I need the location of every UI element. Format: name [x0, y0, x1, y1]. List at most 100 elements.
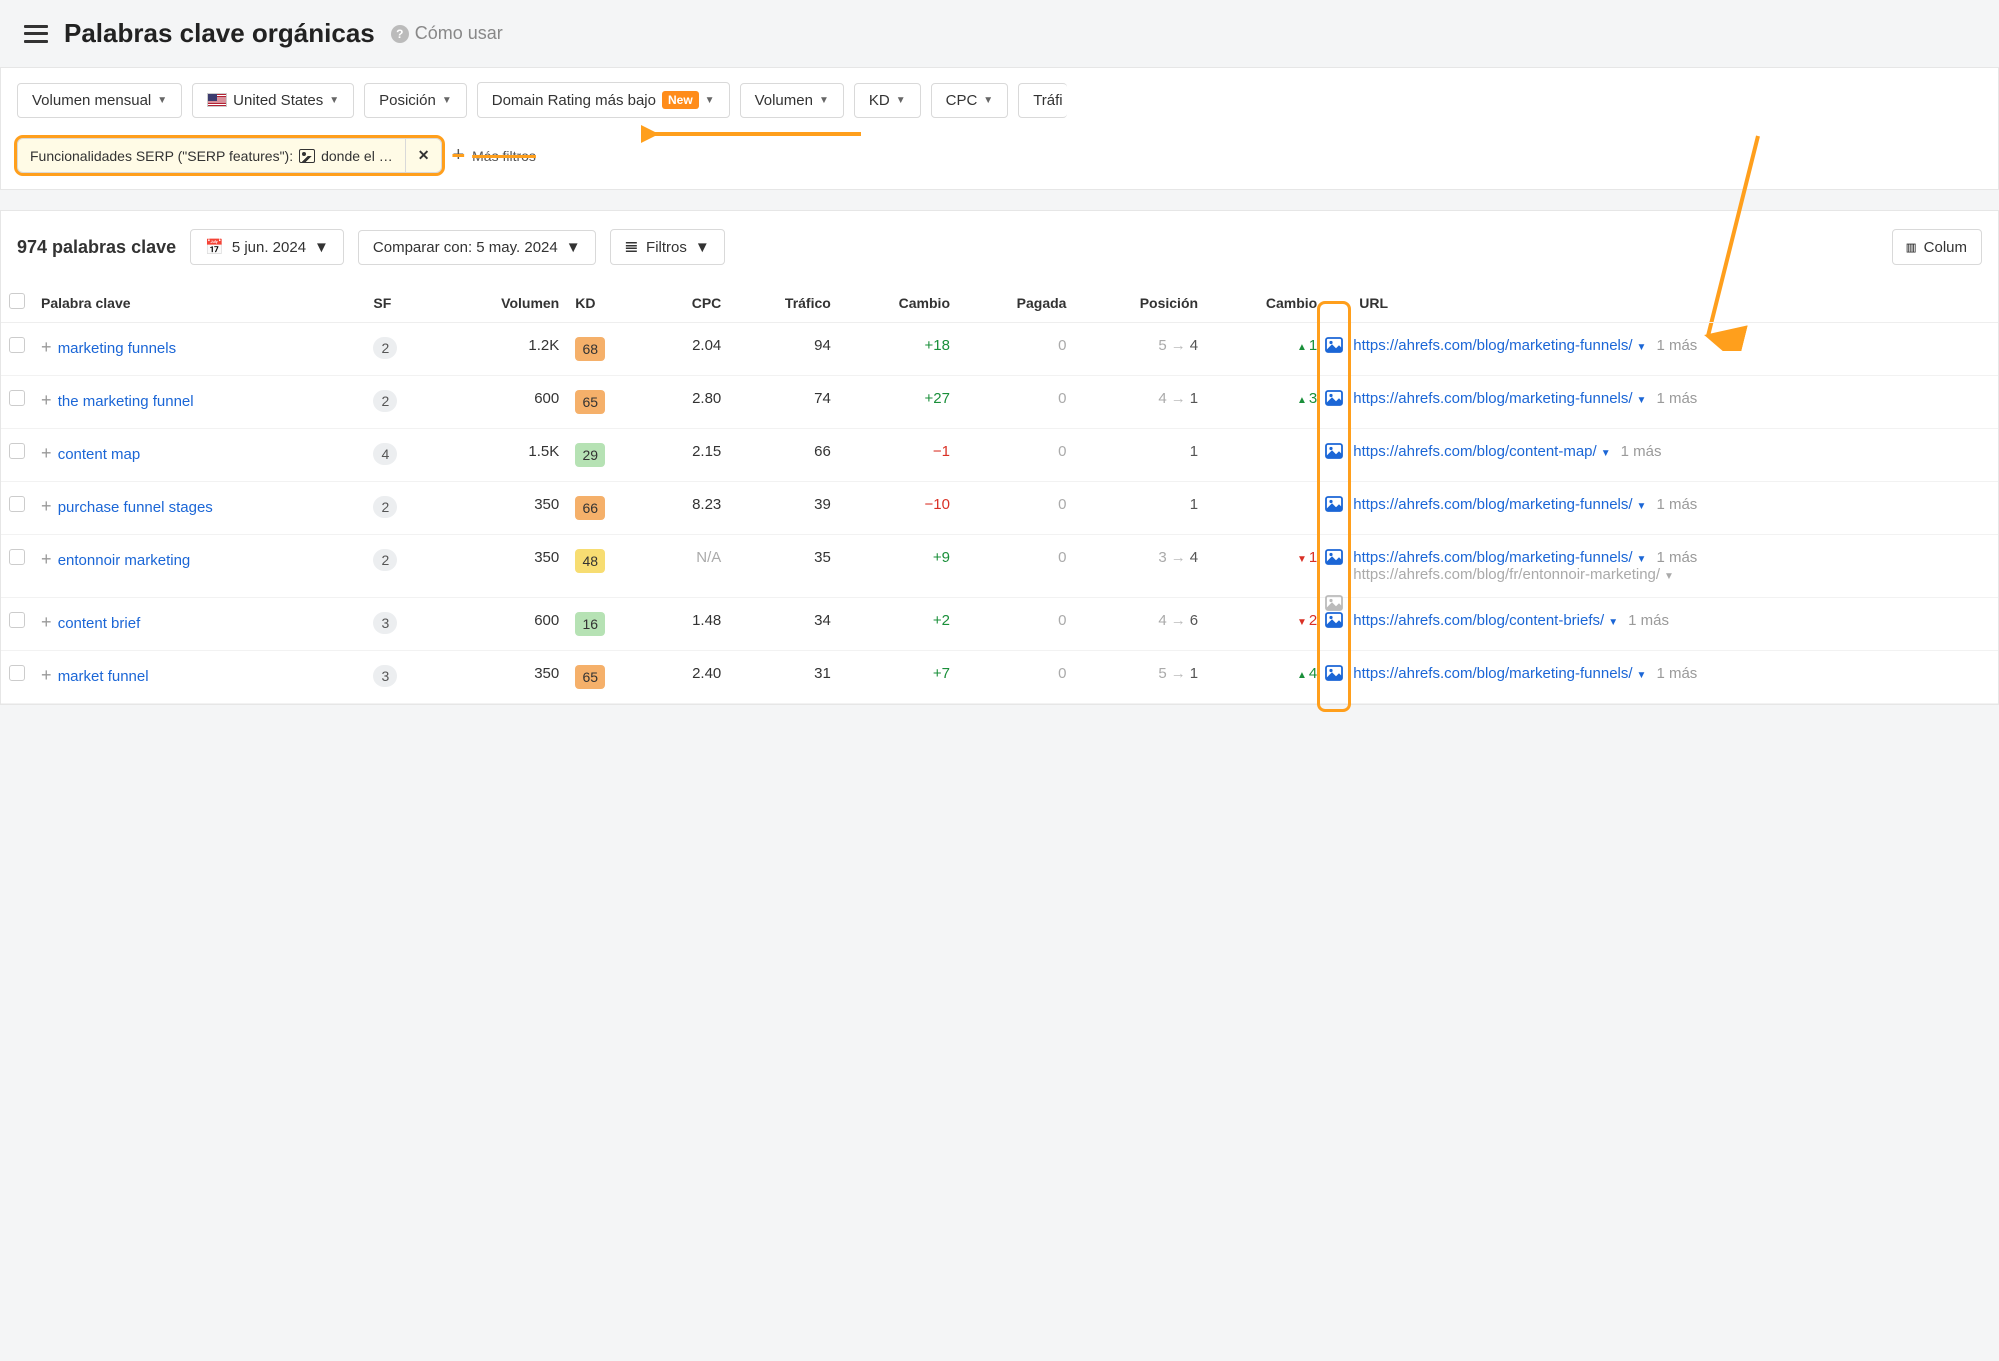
- caret-down-icon[interactable]: ▼: [1637, 554, 1647, 565]
- filter-cpc[interactable]: CPC▼: [931, 83, 1009, 118]
- result-url-link[interactable]: https://ahrefs.com/blog/marketing-funnel…: [1353, 496, 1632, 513]
- result-url-link[interactable]: https://ahrefs.com/blog/marketing-funnel…: [1353, 665, 1632, 682]
- filter-volume[interactable]: Volumen▼: [740, 83, 844, 118]
- sf-badge[interactable]: 3: [373, 612, 397, 634]
- sf-badge[interactable]: 2: [373, 390, 397, 412]
- position-value: 4→6: [1074, 598, 1206, 651]
- col-traffic[interactable]: Tráfico: [729, 283, 839, 323]
- filter-kd[interactable]: KD▼: [854, 83, 921, 118]
- caret-down-icon[interactable]: ▼: [1601, 448, 1611, 459]
- image-pack-icon: [1325, 390, 1343, 406]
- table-row: + the marketing funnel 2 600 65 2.80 74 …: [1, 376, 1998, 429]
- select-all-checkbox[interactable]: [9, 293, 25, 309]
- row-checkbox[interactable]: [9, 665, 25, 681]
- url-cell: https://ahrefs.com/blog/marketing-funnel…: [1325, 535, 1998, 598]
- result-url-link[interactable]: https://ahrefs.com/blog/marketing-funnel…: [1353, 337, 1632, 354]
- more-urls-label[interactable]: 1 más: [1656, 337, 1697, 354]
- position-value: 5→4: [1074, 323, 1206, 376]
- expand-row-icon[interactable]: +: [41, 549, 54, 569]
- volume-value: 1.2K: [436, 323, 567, 376]
- more-urls-label[interactable]: 1 más: [1628, 612, 1669, 629]
- keyword-count: 974 palabras clave: [17, 237, 176, 258]
- caret-down-icon: ▼: [329, 95, 339, 106]
- col-change[interactable]: Cambio: [839, 283, 958, 323]
- sf-badge[interactable]: 4: [373, 443, 397, 465]
- compare-picker[interactable]: Comparar con: 5 may. 2024 ▼: [358, 230, 596, 265]
- result-url-link[interactable]: https://ahrefs.com/blog/fr/entonnoir-mar…: [1353, 566, 1660, 583]
- row-checkbox[interactable]: [9, 390, 25, 406]
- col-sf[interactable]: SF: [365, 283, 436, 323]
- more-urls-label[interactable]: 1 más: [1656, 549, 1697, 566]
- more-urls-label[interactable]: 1 más: [1656, 390, 1697, 407]
- sf-badge[interactable]: 2: [373, 337, 397, 359]
- menu-icon[interactable]: [24, 25, 48, 43]
- filter-dr-lowest[interactable]: Domain Rating más bajo New ▼: [477, 82, 730, 118]
- row-checkbox[interactable]: [9, 612, 25, 628]
- position-value: 1: [1074, 429, 1206, 482]
- expand-row-icon[interactable]: +: [41, 665, 54, 685]
- keyword-link[interactable]: marketing funnels: [58, 340, 176, 357]
- col-volume[interactable]: Volumen: [436, 283, 567, 323]
- result-url-link[interactable]: https://ahrefs.com/blog/content-briefs/: [1353, 612, 1604, 629]
- filter-position[interactable]: Posición▼: [364, 83, 467, 118]
- kd-badge: 65: [575, 390, 605, 414]
- caret-down-icon[interactable]: ▼: [1637, 670, 1647, 681]
- columns-button[interactable]: ▥ Colum: [1892, 229, 1982, 265]
- result-url-link[interactable]: https://ahrefs.com/blog/marketing-funnel…: [1353, 549, 1632, 566]
- keyword-link[interactable]: content map: [58, 446, 141, 463]
- expand-row-icon[interactable]: +: [41, 337, 54, 357]
- more-filters-button[interactable]: + Más filtros: [452, 144, 535, 167]
- more-urls-label[interactable]: 1 más: [1656, 496, 1697, 513]
- chip-close-button[interactable]: ✕: [405, 139, 442, 172]
- filter-traffic[interactable]: Tráfi: [1018, 83, 1066, 118]
- url-cell: https://ahrefs.com/blog/marketing-funnel…: [1325, 482, 1998, 535]
- how-to-use[interactable]: ? Cómo usar: [391, 23, 503, 44]
- date-picker[interactable]: 📅 5 jun. 2024 ▼: [190, 229, 344, 265]
- row-checkbox[interactable]: [9, 549, 25, 565]
- keyword-link[interactable]: content brief: [58, 615, 141, 632]
- col-position[interactable]: Posición: [1074, 283, 1206, 323]
- caret-down-icon[interactable]: ▼: [1664, 571, 1674, 582]
- filters-button[interactable]: 𝌆 Filtros ▼: [610, 229, 725, 265]
- traffic-value: 74: [729, 376, 839, 429]
- sf-badge[interactable]: 3: [373, 665, 397, 687]
- caret-down-icon[interactable]: ▼: [1608, 617, 1618, 628]
- row-checkbox[interactable]: [9, 443, 25, 459]
- keyword-link[interactable]: the marketing funnel: [58, 393, 194, 410]
- calendar-icon: 📅: [205, 238, 224, 256]
- expand-row-icon[interactable]: +: [41, 390, 54, 410]
- kd-badge: 68: [575, 337, 605, 361]
- more-urls-label[interactable]: 1 más: [1621, 443, 1662, 460]
- col-keyword[interactable]: Palabra clave: [33, 283, 365, 323]
- col-url[interactable]: URL: [1325, 283, 1998, 323]
- filter-chip-serp-features[interactable]: Funcionalidades SERP ("SERP features"): …: [17, 138, 442, 173]
- filter-country[interactable]: United States▼: [192, 83, 354, 118]
- table-row: + entonnoir marketing 2 350 48 N/A 35 +9…: [1, 535, 1998, 598]
- result-url-link[interactable]: https://ahrefs.com/blog/marketing-funnel…: [1353, 390, 1632, 407]
- result-url-link[interactable]: https://ahrefs.com/blog/content-map/: [1353, 443, 1596, 460]
- expand-row-icon[interactable]: +: [41, 496, 54, 516]
- expand-row-icon[interactable]: +: [41, 443, 54, 463]
- filter-monthly-volume[interactable]: Volumen mensual▼: [17, 83, 182, 118]
- caret-down-icon[interactable]: ▼: [1637, 501, 1647, 512]
- cpc-value: 2.04: [649, 323, 730, 376]
- col-cpc[interactable]: CPC: [649, 283, 730, 323]
- row-checkbox[interactable]: [9, 337, 25, 353]
- keyword-link[interactable]: entonnoir marketing: [58, 552, 191, 569]
- col-kd[interactable]: KD: [567, 283, 648, 323]
- row-checkbox[interactable]: [9, 496, 25, 512]
- keyword-link[interactable]: purchase funnel stages: [58, 499, 213, 516]
- more-urls-label[interactable]: 1 más: [1656, 665, 1697, 682]
- caret-down-icon: ▼: [896, 95, 906, 106]
- expand-row-icon[interactable]: +: [41, 612, 54, 632]
- keyword-link[interactable]: market funnel: [58, 668, 149, 685]
- new-badge: New: [662, 91, 699, 109]
- caret-down-icon[interactable]: ▼: [1637, 395, 1647, 406]
- sf-badge[interactable]: 2: [373, 549, 397, 571]
- kd-badge: 16: [575, 612, 605, 636]
- image-pack-icon: [1325, 549, 1343, 565]
- col-paid[interactable]: Pagada: [958, 283, 1074, 323]
- sf-badge[interactable]: 2: [373, 496, 397, 518]
- caret-down-icon[interactable]: ▼: [1637, 342, 1647, 353]
- col-pos-change[interactable]: Cambio: [1206, 283, 1325, 323]
